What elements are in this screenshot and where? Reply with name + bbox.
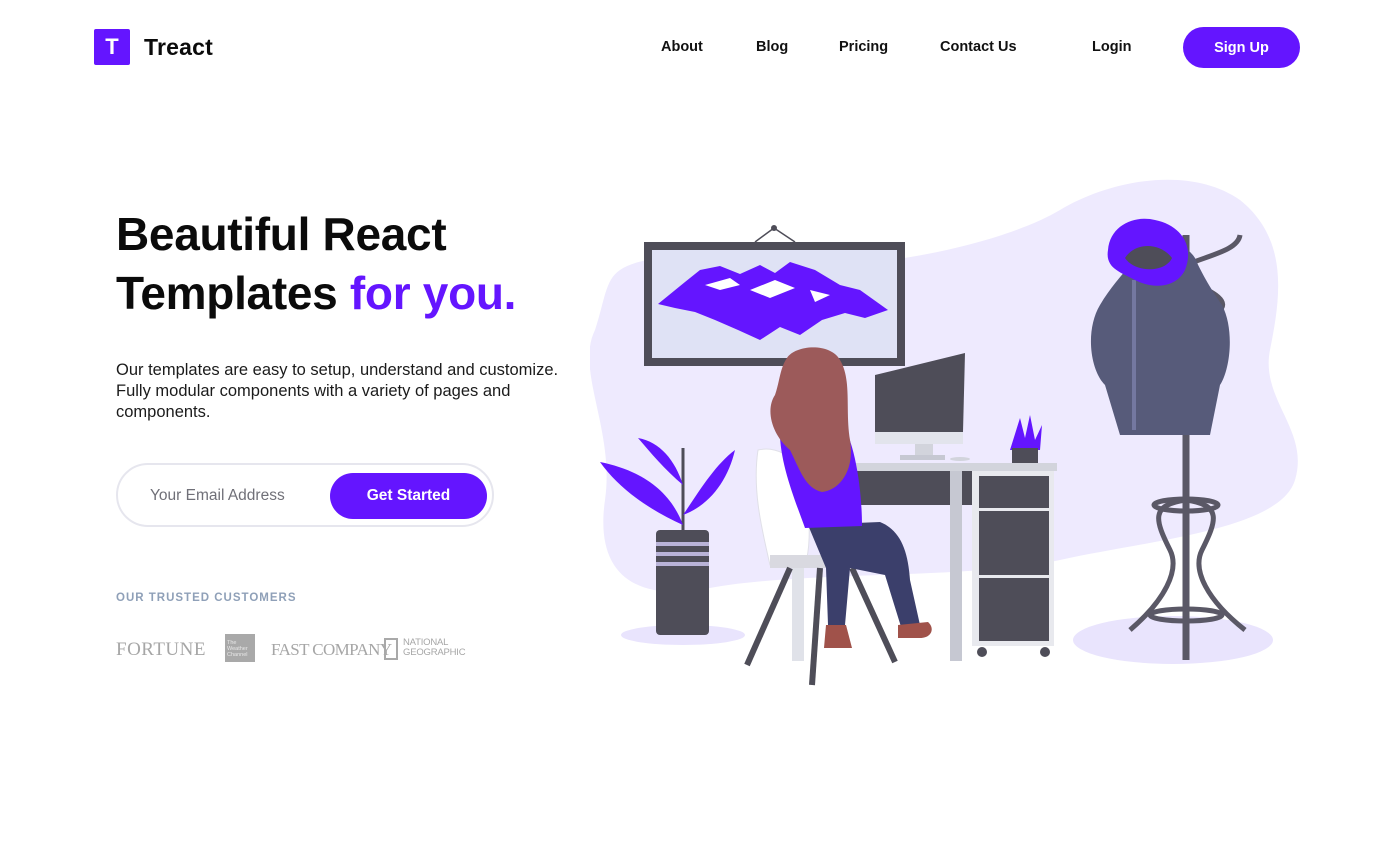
nav-link-blog[interactable]: Blog — [756, 39, 788, 55]
nav-link-contact-us[interactable]: Contact Us — [940, 39, 1017, 55]
desk-top — [852, 463, 1057, 471]
natgeo-logo-text: NATIONAL GEOGRAPHIC — [403, 637, 466, 658]
nav-link-pricing[interactable]: Pricing — [839, 39, 888, 55]
trusted-customers-label: OUR TRUSTED CUSTOMERS — [116, 592, 297, 604]
logo-icon: T — [94, 29, 130, 65]
email-signup-form: Get Started — [116, 463, 494, 527]
nav-link-about[interactable]: About — [661, 39, 703, 55]
brand-name: Treact — [144, 33, 213, 60]
email-input[interactable] — [150, 484, 330, 508]
site-header: T Treact About Blog Pricing Contact Us L… — [0, 0, 1383, 96]
fast-company-logo: FAST COMPANY — [271, 640, 392, 659]
hero-description: Our templates are easy to setup, underst… — [116, 361, 559, 421]
natgeo-frame-icon — [384, 638, 398, 660]
get-started-button[interactable]: Get Started — [330, 473, 487, 519]
weather-channel-logo: The Weather Channel — [225, 634, 255, 662]
login-link[interactable]: Login — [1092, 39, 1131, 55]
fortune-logo: FORTUNE — [116, 639, 206, 660]
headline-accent: for you. — [349, 267, 517, 319]
coatrack-shadow — [1073, 616, 1273, 664]
hero-headline: Beautiful React Templates for you. — [116, 205, 596, 323]
national-geographic-logo: NATIONAL GEOGRAPHIC — [384, 636, 466, 662]
sign-up-button[interactable]: Sign Up — [1183, 27, 1300, 68]
woman-at-desk-illustration — [590, 179, 1298, 686]
brand-logo-link[interactable]: T Treact — [94, 29, 213, 65]
